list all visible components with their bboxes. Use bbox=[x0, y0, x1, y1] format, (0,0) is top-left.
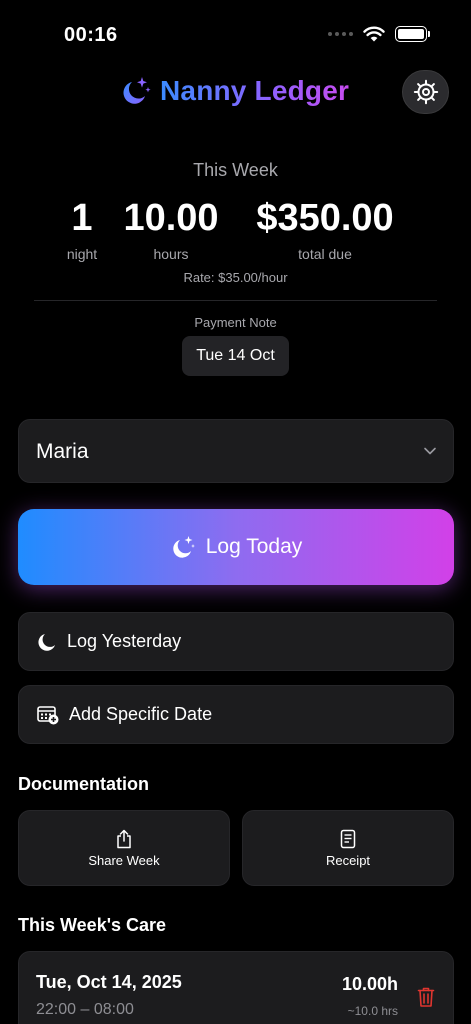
hours-value: 10.00 bbox=[123, 197, 219, 239]
share-icon-wrap bbox=[19, 829, 229, 849]
app-title: Nanny Ledger bbox=[160, 75, 350, 106]
log-today-button[interactable]: Log Today bbox=[18, 509, 454, 585]
total-value: $350.00 bbox=[256, 197, 394, 239]
app-header: Nanny Ledger bbox=[0, 70, 471, 120]
stat-nights: 1 night bbox=[52, 196, 112, 262]
app-screen: 00:16 Nanny Ledger This Week 1 night 10.… bbox=[0, 0, 471, 1024]
share-week-label: Share Week bbox=[88, 853, 160, 868]
moon-stars-icon bbox=[173, 536, 195, 558]
care-entry[interactable]: Tue, Oct 14, 2025 22:00 – 08:00 10.00h ~… bbox=[18, 951, 454, 1024]
total-label: total due bbox=[298, 246, 352, 262]
stat-hours: 10.00 hours bbox=[112, 196, 230, 262]
care-entry-time: 22:00 – 08:00 bbox=[36, 1001, 134, 1018]
status-icons bbox=[328, 26, 430, 42]
caregiver-select[interactable]: Maria bbox=[18, 419, 454, 483]
care-section-title: This Week's Care bbox=[18, 915, 167, 935]
nights-label: night bbox=[66, 246, 98, 262]
settings-button[interactable] bbox=[402, 70, 449, 114]
log-today-label: Log Today bbox=[205, 535, 303, 558]
stat-total: $350.00 total due bbox=[240, 196, 410, 262]
nights-value: 1 bbox=[71, 197, 93, 239]
signal-icon bbox=[328, 32, 353, 36]
week-stats: 1 night 10.00 hours $350.00 total due bbox=[0, 196, 471, 266]
moon-icon bbox=[38, 633, 55, 651]
share-week-button[interactable]: Share Week bbox=[18, 810, 230, 886]
log-yesterday-label: Log Yesterday bbox=[67, 631, 182, 651]
share-icon bbox=[117, 829, 131, 849]
week-label: This Week bbox=[193, 160, 278, 180]
payment-note-label: Payment Note bbox=[194, 315, 277, 330]
moon-stars-icon bbox=[123, 77, 151, 104]
chevron-down-icon bbox=[424, 447, 436, 455]
add-specific-date-label: Add Specific Date bbox=[69, 704, 213, 724]
wifi-icon bbox=[363, 26, 385, 42]
receipt-button[interactable]: Receipt bbox=[242, 810, 454, 886]
hours-label: hours bbox=[153, 246, 189, 262]
caregiver-name: Maria bbox=[36, 440, 89, 463]
status-bar: 00:16 bbox=[0, 22, 471, 50]
week-summary: This Week 1 night 10.00 hours $350.00 to… bbox=[0, 160, 471, 285]
care-entry-hours: 10.00h bbox=[341, 974, 398, 994]
care-entry-approx: ~10.0 hrs bbox=[347, 1004, 398, 1018]
brand: Nanny Ledger bbox=[118, 74, 349, 108]
status-time: 00:16 bbox=[64, 24, 118, 46]
calendar-plus-icon bbox=[37, 705, 59, 724]
care-entry-date: Tue, Oct 14, 2025 bbox=[36, 972, 182, 992]
add-specific-date-button[interactable]: Add Specific Date bbox=[18, 685, 454, 744]
gear-icon bbox=[413, 79, 438, 105]
receipt-icon bbox=[340, 829, 356, 849]
log-yesterday-button[interactable]: Log Yesterday bbox=[18, 612, 454, 671]
summary-divider bbox=[34, 300, 437, 301]
receipt-icon-wrap bbox=[243, 829, 453, 849]
payment-note-date[interactable]: Tue 14 Oct bbox=[182, 336, 289, 376]
documentation-title: Documentation bbox=[18, 774, 150, 794]
trash-icon[interactable] bbox=[417, 986, 435, 1008]
battery-icon bbox=[395, 26, 430, 42]
receipt-label: Receipt bbox=[325, 853, 371, 868]
hourly-rate: Rate: $35.00/hour bbox=[183, 270, 288, 285]
